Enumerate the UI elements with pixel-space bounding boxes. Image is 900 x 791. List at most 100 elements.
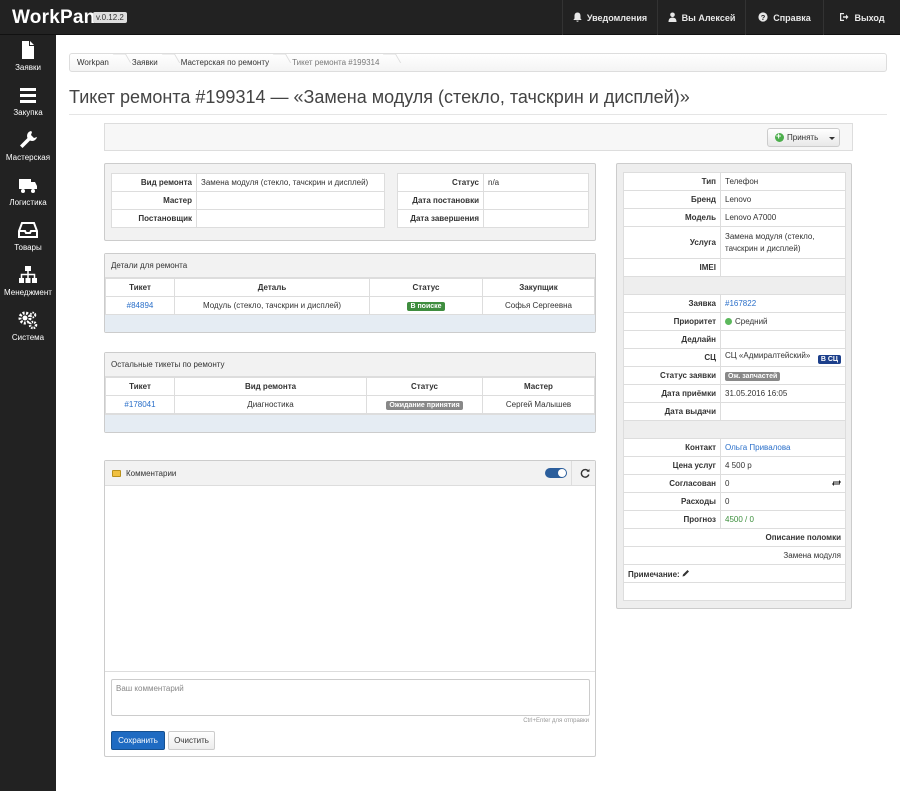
priority-dot-icon xyxy=(725,318,732,325)
sc-badge: В СЦ xyxy=(817,355,841,364)
submit-hint: Ctrl+Enter для отправки xyxy=(523,718,589,724)
info-key: Мастер xyxy=(111,191,197,210)
master-cell: Сергей Малышев xyxy=(482,395,595,414)
ticket-link[interactable]: #84894 xyxy=(127,301,154,310)
breadcrumb-orders[interactable]: Заявки xyxy=(125,54,168,71)
detail-row: Дедлайн xyxy=(623,330,846,349)
info-value xyxy=(483,191,589,210)
column-header: Мастер xyxy=(482,377,595,396)
ticket-info-table-left: Вид ремонта Замена модуля (стекло, тачск… xyxy=(111,173,385,228)
sidebar-item-goods[interactable]: Товары xyxy=(0,215,56,260)
logout-link[interactable]: Выход xyxy=(823,0,900,35)
comments-toggle[interactable] xyxy=(545,468,567,478)
detail-key: Дедлайн xyxy=(623,330,721,349)
truck-icon xyxy=(18,175,38,193)
detail-key: Заявка xyxy=(623,294,721,313)
detail-value xyxy=(720,330,846,349)
buyer-cell: Софья Сергеевна xyxy=(482,296,595,315)
list-icon xyxy=(18,85,38,103)
separator-row xyxy=(623,420,846,439)
column-header: Тикет xyxy=(105,377,175,396)
column-header: Закупщик xyxy=(482,278,595,297)
sidebar-item-system[interactable]: Система xyxy=(0,305,56,350)
sidebar-item-label: Товары xyxy=(14,243,42,252)
detail-row: Прогноз 4500 / 0 xyxy=(623,510,846,529)
detail-value: 0 xyxy=(720,492,846,511)
user-icon xyxy=(668,12,677,24)
detail-value: Lenovo A7000 xyxy=(720,208,846,227)
breadcrumb-workshop[interactable]: Мастерская по ремонту xyxy=(174,54,279,71)
detail-key: Расходы xyxy=(623,492,721,511)
detail-row: Услуга Замена модуля (стекло, тачскрин и … xyxy=(623,226,846,259)
sidebar-item-management[interactable]: Менеджмент xyxy=(0,260,56,305)
help-link[interactable]: ? Справка xyxy=(745,0,823,35)
clear-button[interactable]: Очистить xyxy=(168,731,215,750)
detail-row: Цена услуг 4 500 р xyxy=(623,456,846,475)
comments-title: Комментарии xyxy=(126,469,177,478)
exchange-icon[interactable] xyxy=(832,479,841,489)
refresh-button[interactable] xyxy=(571,461,596,485)
file-icon xyxy=(18,40,38,59)
comment-input[interactable] xyxy=(111,679,590,716)
sidebar-item-label: Логистика xyxy=(9,198,47,207)
breadcrumb-current: Тикет ремонта #199314 xyxy=(285,54,389,71)
detail-row: Тип Телефон xyxy=(623,172,846,191)
ticket-link[interactable]: #178041 xyxy=(124,400,155,409)
sitemap-icon xyxy=(18,265,38,283)
gears-icon xyxy=(18,310,38,330)
user-menu[interactable]: Вы Алексей xyxy=(657,0,745,35)
detail-value-cell: Ольга Привалова xyxy=(720,438,846,457)
detail-key: Дата выдачи xyxy=(623,402,721,421)
detail-key: Контакт xyxy=(623,438,721,457)
wrench-icon xyxy=(18,130,38,148)
info-row: Мастер xyxy=(111,191,385,210)
column-header: Тикет xyxy=(105,278,175,297)
detail-row: Статус заявки Ож. запчастей xyxy=(623,366,846,385)
detail-row: СЦ СЦ «Адмиралтейский» В СЦ xyxy=(623,348,846,367)
detail-key: Тип xyxy=(623,172,721,191)
comments-panel: Комментарии Ctrl+Enter для отправки Сохр… xyxy=(104,460,596,757)
svg-text:?: ? xyxy=(761,13,766,22)
detail-row: Модель Lenovo A7000 xyxy=(623,208,846,227)
detail-row: Заявка #167822 xyxy=(623,294,846,313)
detail-value-cell: #167822 xyxy=(720,294,846,313)
column-header: Статус xyxy=(366,377,483,396)
other-tickets-panel: Остальные тикеты по ремонту Тикет Вид ре… xyxy=(104,352,596,433)
table-row: #84894 Модуль (стекло, тачскрин и диспле… xyxy=(105,296,595,315)
sidebar-item-orders[interactable]: Заявки xyxy=(0,35,56,80)
breadcrumb-home[interactable]: Workpan xyxy=(70,54,119,71)
table-footer xyxy=(105,414,595,432)
info-row: Вид ремонта Замена модуля (стекло, тачск… xyxy=(111,173,385,192)
accept-label: Принять xyxy=(787,133,819,142)
info-value xyxy=(196,209,385,228)
breakdown-value: Замена модуля xyxy=(623,546,846,565)
notifications-link[interactable]: Уведомления xyxy=(562,0,657,35)
top-bar: WorkPan v.0.12.2 Уведомления Вы Алексей … xyxy=(0,0,900,35)
detail-key: Согласован xyxy=(623,474,721,493)
sc-value: СЦ «Адмиралтейский» xyxy=(725,351,811,360)
separator-cell xyxy=(623,276,846,295)
pencil-icon[interactable] xyxy=(682,569,690,579)
order-link[interactable]: #167822 xyxy=(725,299,756,308)
sidebar-item-logistics[interactable]: Логистика xyxy=(0,170,56,215)
sidebar: Заявки Закупка Мастерская Логистика Това… xyxy=(0,35,56,791)
other-tickets-table: Тикет Вид ремонта Статус Мастер #178041 … xyxy=(105,377,595,414)
version-badge: v.0.12.2 xyxy=(93,12,127,23)
comments-header: Комментарии xyxy=(105,461,595,486)
contact-link[interactable]: Ольга Привалова xyxy=(725,443,790,452)
sidebar-item-workshop[interactable]: Мастерская xyxy=(0,125,56,170)
accept-button[interactable]: Принять xyxy=(767,128,825,147)
sidebar-item-purchase[interactable]: Закупка xyxy=(0,80,56,125)
detail-key: Услуга xyxy=(623,226,721,259)
parts-panel-title: Детали для ремонта xyxy=(105,254,595,278)
save-button[interactable]: Сохранить xyxy=(111,731,165,750)
main-content: Workpan Заявки Мастерская по ремонту Тик… xyxy=(56,35,900,791)
detail-row: Дата приёмки 31.05.2016 16:05 xyxy=(623,384,846,403)
info-value xyxy=(483,209,589,228)
accept-dropdown-toggle[interactable] xyxy=(824,128,840,147)
detail-value: Lenovo xyxy=(720,190,846,209)
info-key: Статус xyxy=(397,173,484,192)
detail-value: Телефон xyxy=(720,172,846,191)
notifications-label: Уведомления xyxy=(586,12,648,23)
app-logo[interactable]: WorkPan xyxy=(12,7,95,29)
